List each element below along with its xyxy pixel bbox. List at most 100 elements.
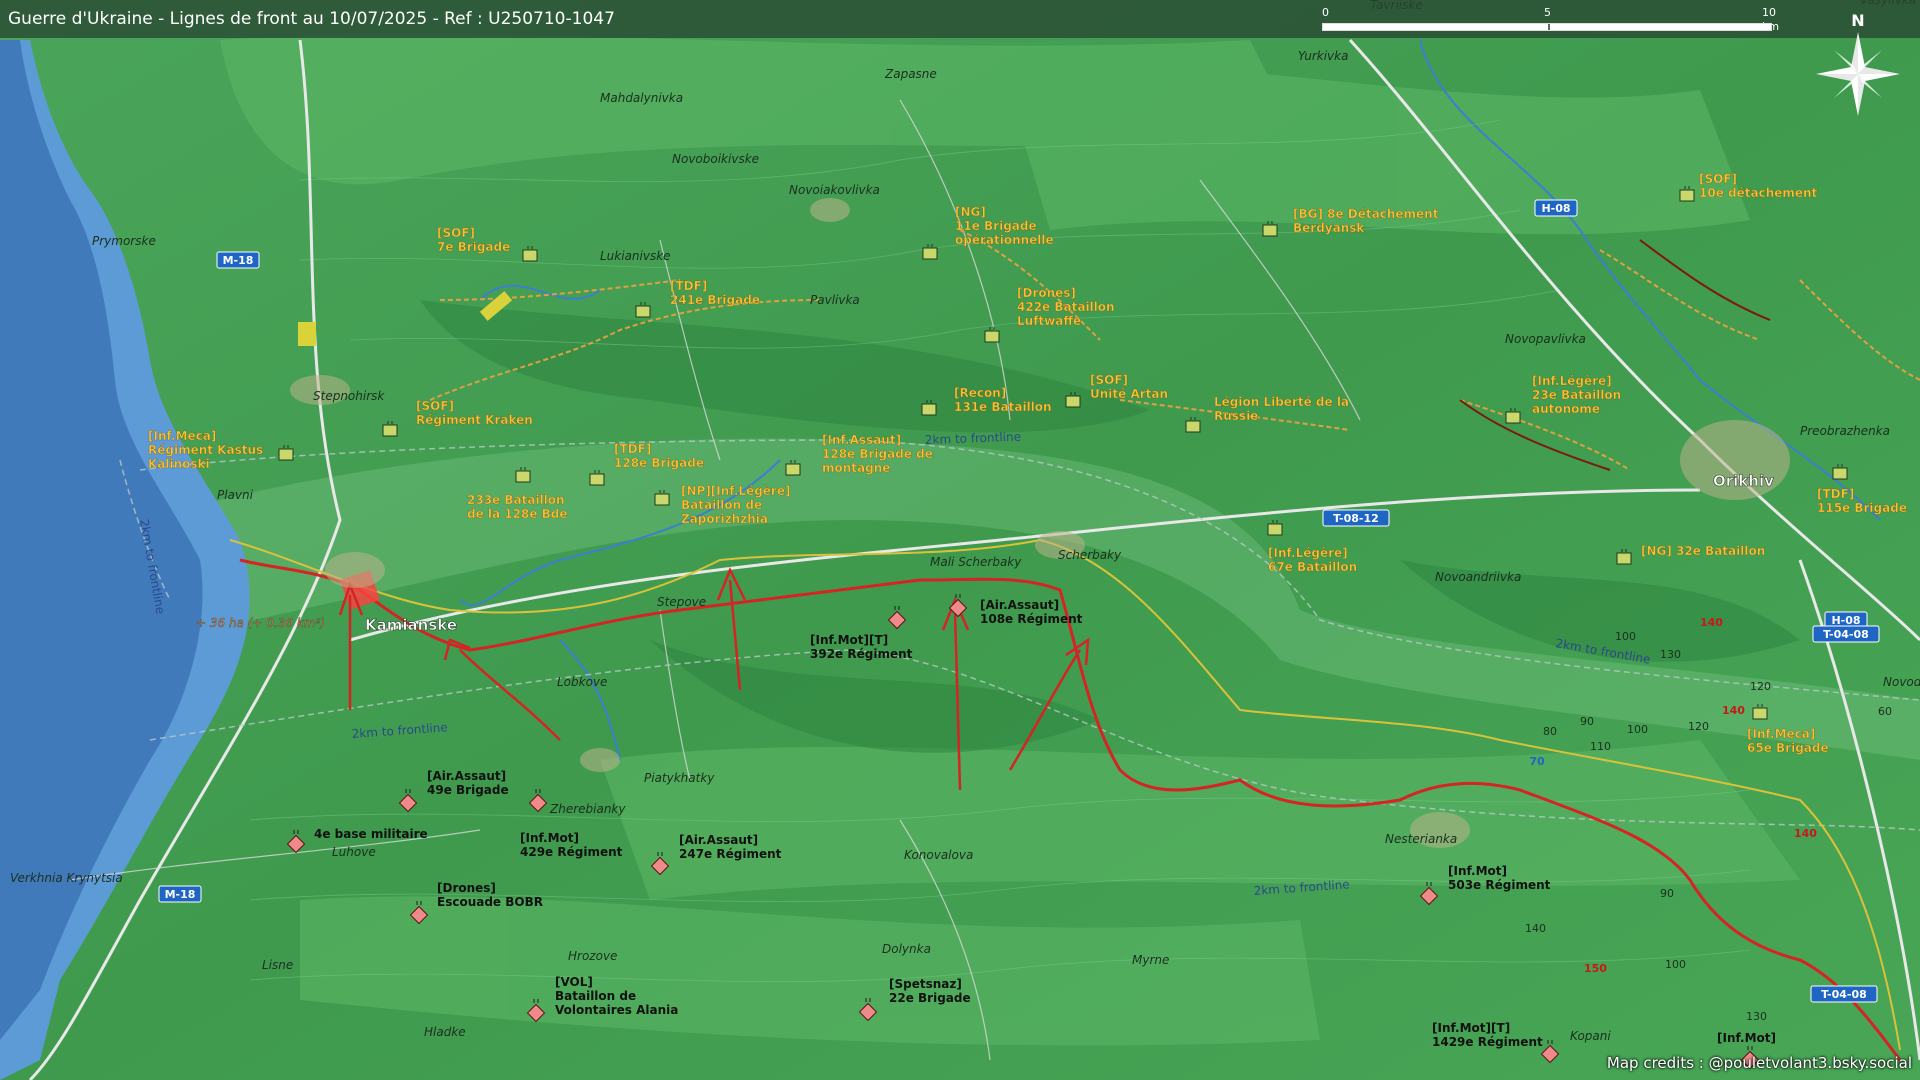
rus-infmot-extra-label-line: [Inf.Mot] <box>1717 1031 1776 1045</box>
rus-infmot-extra-label: [Inf.Mot] <box>1717 1031 1776 1045</box>
ukr-infmeca-65-symbol-icon[interactable] <box>1752 707 1768 720</box>
ukr-infassaut-128-symbol-icon[interactable] <box>785 463 801 476</box>
ukr-bg-8-symbol-icon[interactable] <box>1262 224 1278 237</box>
ukr-sof-kraken-symbol-icon[interactable] <box>382 424 398 437</box>
ukr-233-label-line: 233e Bataillon <box>467 493 565 507</box>
rus-vol-alania-label-line: [VOL] <box>555 975 593 989</box>
ukr-sof-10-label-line: [SOF] <box>1699 172 1737 186</box>
field-yellow-1 <box>298 322 316 346</box>
town-plavni: Plavni <box>217 488 254 502</box>
scale-tick-5: 5 <box>1544 6 1551 19</box>
town-piatykhatky: Piatykhatky <box>644 771 715 785</box>
ukr-sof-10-symbol-icon[interactable] <box>1679 189 1695 202</box>
ukr-legion-symbol-icon[interactable] <box>1185 420 1201 433</box>
town-mahdalynivka: Mahdalynivka <box>600 91 683 105</box>
rus-drones-bobr-label-line: [Drones] <box>437 881 496 895</box>
town-kamianske: Kamianske <box>365 616 457 634</box>
rus-base-4-label-line: 4e base militaire <box>314 827 428 841</box>
ukr-infmeca-kalinoski-label-line: Kalinoski <box>148 457 210 471</box>
elev-100-a: 100 <box>1615 630 1636 643</box>
ukr-tdf-115-label-line: 115e Brigade <box>1817 501 1907 515</box>
town-luhove: Luhove <box>332 845 376 859</box>
gain-label: + 36 ha (+ 0.36 km²) <box>196 616 325 630</box>
ukr-ng-32-label-line: [NG] 32e Bataillon <box>1641 544 1765 558</box>
town-hladke: Hladke <box>424 1025 466 1039</box>
rus-infmot-429-label-line: 429e Régiment <box>520 845 623 859</box>
town-orikhiv: Orikhiv <box>1713 472 1774 490</box>
rus-spetsnaz-22-label-line: [Spetsnaz] <box>889 977 962 991</box>
town-hrozove: Hrozove <box>568 949 617 963</box>
rus-infmot-429-label-line: [Inf.Mot] <box>520 831 579 845</box>
rus-airassaut-49-label-line: 49e Brigade <box>427 783 509 797</box>
ukr-sof-7-symbol-icon[interactable] <box>522 249 538 262</box>
ukr-ng-11-label-line: opérationnelle <box>955 233 1054 247</box>
ukr-ng-11-label-line: 11e Brigade <box>955 219 1037 233</box>
ukr-np-zaporizhzhia-symbol-icon[interactable] <box>654 493 670 506</box>
town-yurkivka: Yurkivka <box>1298 49 1348 63</box>
town-lukianivske: Lukianivske <box>600 249 671 263</box>
rus-spetsnaz-22-label-line: 22e Brigade <box>889 991 971 1005</box>
ukr-tdf-128-symbol-icon[interactable] <box>589 473 605 486</box>
town-novopavlivka: Novopavlivka <box>1505 332 1586 346</box>
elev-120-b: 120 <box>1688 720 1709 733</box>
rus-infmot-1429-label-line: [Inf.Mot][T] <box>1432 1021 1510 1035</box>
ukr-np-zaporizhzhia-label-line: Zaporizhzhia <box>681 512 768 526</box>
town-novoiakovlivka: Novoiakovlivka <box>789 183 880 197</box>
ukr-ng-11-symbol-icon[interactable] <box>922 247 938 260</box>
town-preobrazhenka: Preobrazhenka <box>1800 424 1890 438</box>
town-novoboikivske: Novoboikivske <box>672 152 759 166</box>
ukr-recon-131-label-line: [Recon] <box>954 386 1006 400</box>
rus-infmot-392-label-line: [Inf.Mot][T] <box>810 633 888 647</box>
ukr-ng-32-symbol-icon[interactable] <box>1616 552 1632 565</box>
ukr-drones-422-symbol-icon[interactable] <box>984 330 1000 343</box>
ukr-infleg-67-symbol-icon[interactable] <box>1267 523 1283 536</box>
ukr-infmeca-65-label-line: 65e Brigade <box>1747 741 1829 755</box>
tactical-map[interactable]: TavriiskeVasylivkaZapasneYurkivkaMahdaly… <box>0 0 1920 1080</box>
rus-airassaut-247-label-line: [Air.Assaut] <box>679 833 758 847</box>
ukr-tdf-241-label-line: [TDF] <box>670 279 707 293</box>
ukr-infmeca-kalinoski-label-line: Régiment Kastus <box>148 443 263 457</box>
ukr-np-zaporizhzhia-label-line: Bataillon de <box>681 498 762 512</box>
map-credits: Map credits : @pouletvolant3.bsky.social <box>1606 1054 1912 1072</box>
ukr-infassaut-128-label-line: montagne <box>822 461 890 475</box>
rus-infmot-503-label-line: [Inf.Mot] <box>1448 864 1507 878</box>
ukr-infleg-23-symbol-icon[interactable] <box>1505 411 1521 424</box>
elev-110: 110 <box>1590 740 1611 753</box>
ukr-np-zaporizhzhia-label-line: [NP][Inf.Légère] <box>681 484 790 498</box>
ukr-ng-32-label: [NG] 32e Bataillon <box>1641 544 1765 558</box>
town-stepnohirsk: Stepnohirsk <box>313 389 385 403</box>
ukr-sof-7-label-line: [SOF] <box>437 226 475 240</box>
ukr-233-label: 233e Bataillon de la 128e Bde <box>467 493 568 521</box>
elev-60: 60 <box>1878 705 1892 718</box>
road-h08-north-label: H-08 <box>1541 202 1570 215</box>
rus-base-4-label: 4e base militaire <box>314 827 428 841</box>
town-prymorske: Prymorske <box>92 234 156 248</box>
ukr-sof-kraken-label-line: Régiment Kraken <box>416 413 533 427</box>
map-title: Guerre d'Ukraine - Lignes de front au 10… <box>8 9 615 29</box>
ukr-recon-131-symbol-icon[interactable] <box>921 403 937 416</box>
ukr-drones-422-label-line: [Drones] <box>1017 286 1076 300</box>
road-h08-t0408-b-label: T-04-08 <box>1823 628 1869 641</box>
town-zapasne: Zapasne <box>884 67 937 81</box>
ukr-infleg-23-label-line: [Inf.Légère] <box>1532 374 1612 388</box>
town-novodanylivka: Novodanylivka <box>1883 675 1920 689</box>
ukr-sof-7-label-line: 7e Brigade <box>437 240 510 254</box>
ukr-sof-artan-symbol-icon[interactable] <box>1065 395 1081 408</box>
elev-90-a: 90 <box>1580 715 1594 728</box>
ukr-sof-10-label-line: 10e détachement <box>1699 186 1818 200</box>
ukr-tdf-115-label-line: [TDF] <box>1817 487 1854 501</box>
town-konovalova: Konovalova <box>904 848 973 862</box>
elev-140-d: 140 <box>1525 922 1546 935</box>
elev-80: 80 <box>1543 725 1557 738</box>
ukr-infmeca-65-label-line: [Inf.Meca] <box>1747 727 1815 741</box>
ukr-233-symbol-icon[interactable] <box>515 470 531 483</box>
ukr-233-label-line: de la 128e Bde <box>467 507 568 521</box>
ukr-tdf-115-symbol-icon[interactable] <box>1832 467 1848 480</box>
ukr-tdf-241-symbol-icon[interactable] <box>635 305 651 318</box>
ukr-legion-label-line: Légion Liberté de la <box>1214 395 1349 409</box>
ukr-infmeca-kalinoski-symbol-icon[interactable] <box>278 448 294 461</box>
ukr-infleg-67-label-line: 67e Bataillon <box>1268 560 1357 574</box>
rus-infmot-1429-label-line: 1429e Régiment <box>1432 1035 1543 1049</box>
rus-spetsnaz-22-label: [Spetsnaz] 22e Brigade <box>889 977 971 1005</box>
town-novoandriivka: Novoandriivka <box>1435 570 1521 584</box>
